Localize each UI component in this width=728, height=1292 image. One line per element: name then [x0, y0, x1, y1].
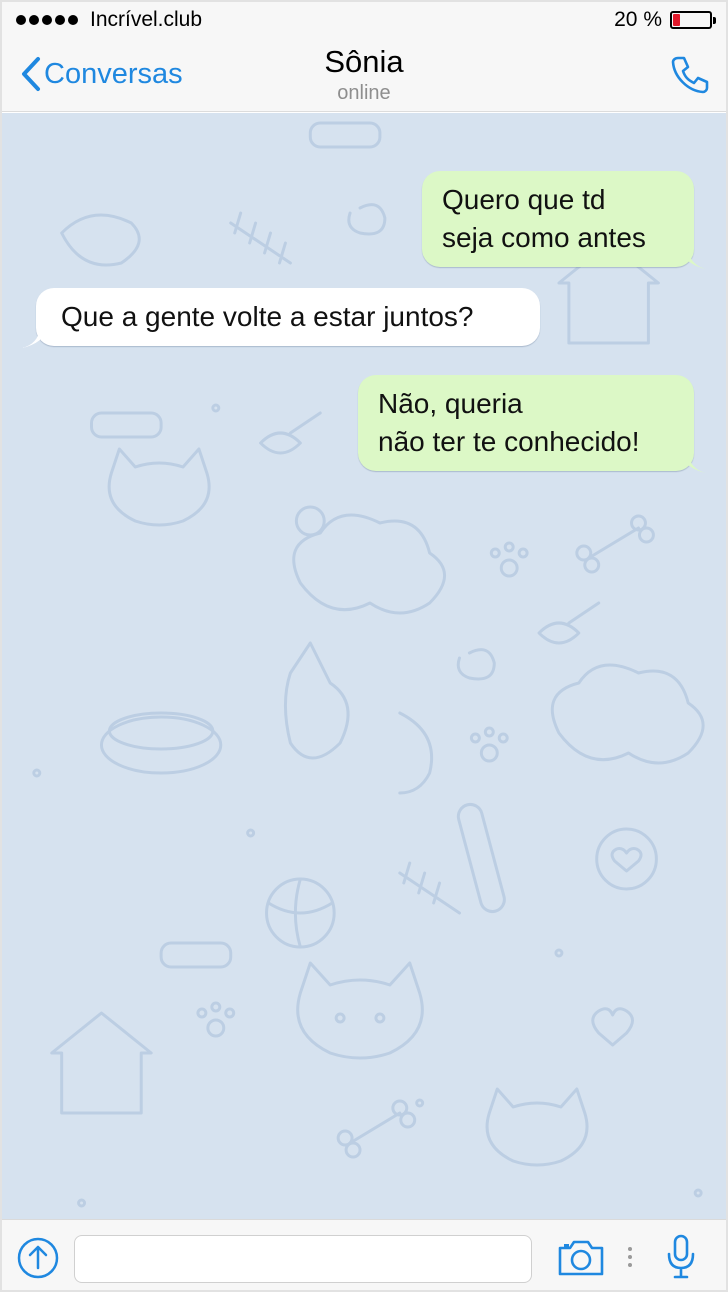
message-composer — [2, 1219, 726, 1290]
attach-button[interactable] — [16, 1236, 60, 1285]
message-line: não ter te conhecido! — [378, 426, 640, 457]
battery-percentage: 20 % — [614, 8, 662, 31]
message-input[interactable] — [74, 1235, 532, 1283]
contact-status: online — [337, 82, 391, 104]
phone-icon — [671, 56, 709, 94]
message-line: Não, queria — [378, 388, 523, 419]
microphone-button[interactable] — [666, 1234, 696, 1285]
upload-icon — [17, 1237, 59, 1279]
battery-icon — [670, 11, 716, 29]
phone-screen: Incrível.club 20 % Conversas Sônia onlin… — [0, 0, 728, 1292]
microphone-icon — [667, 1234, 695, 1279]
battery-level — [673, 14, 681, 26]
more-dots-icon[interactable] — [628, 1247, 634, 1267]
bubble-tail — [688, 453, 706, 473]
call-button[interactable] — [668, 52, 712, 101]
bubble-tail — [688, 249, 706, 269]
carrier-name: Incrível.club — [90, 8, 203, 31]
message-line: seja como antes — [442, 222, 646, 253]
message-bubble-outgoing[interactable]: Não, queria não ter te conhecido! — [358, 375, 706, 473]
camera-button[interactable] — [556, 1238, 606, 1283]
camera-icon — [558, 1240, 604, 1276]
chat-area[interactable]: Quero que td seja como antes Que a gente… — [2, 113, 726, 1219]
message-bubble-outgoing[interactable]: Quero que td seja como antes — [422, 171, 706, 269]
contact-name[interactable]: Sônia — [2, 44, 726, 80]
message-bubble-incoming[interactable]: Que a gente volte a estar juntos? — [22, 288, 540, 348]
message-line: Que a gente volte a estar juntos? — [61, 301, 474, 332]
signal-strength-icon — [16, 15, 78, 25]
chat-wallpaper — [32, 121, 705, 1208]
message-line: Quero que td — [442, 184, 606, 215]
bubble-tail — [22, 328, 40, 348]
navigation-bar: Conversas Sônia online — [2, 38, 726, 112]
status-bar: Incrível.club 20 % — [2, 2, 726, 38]
